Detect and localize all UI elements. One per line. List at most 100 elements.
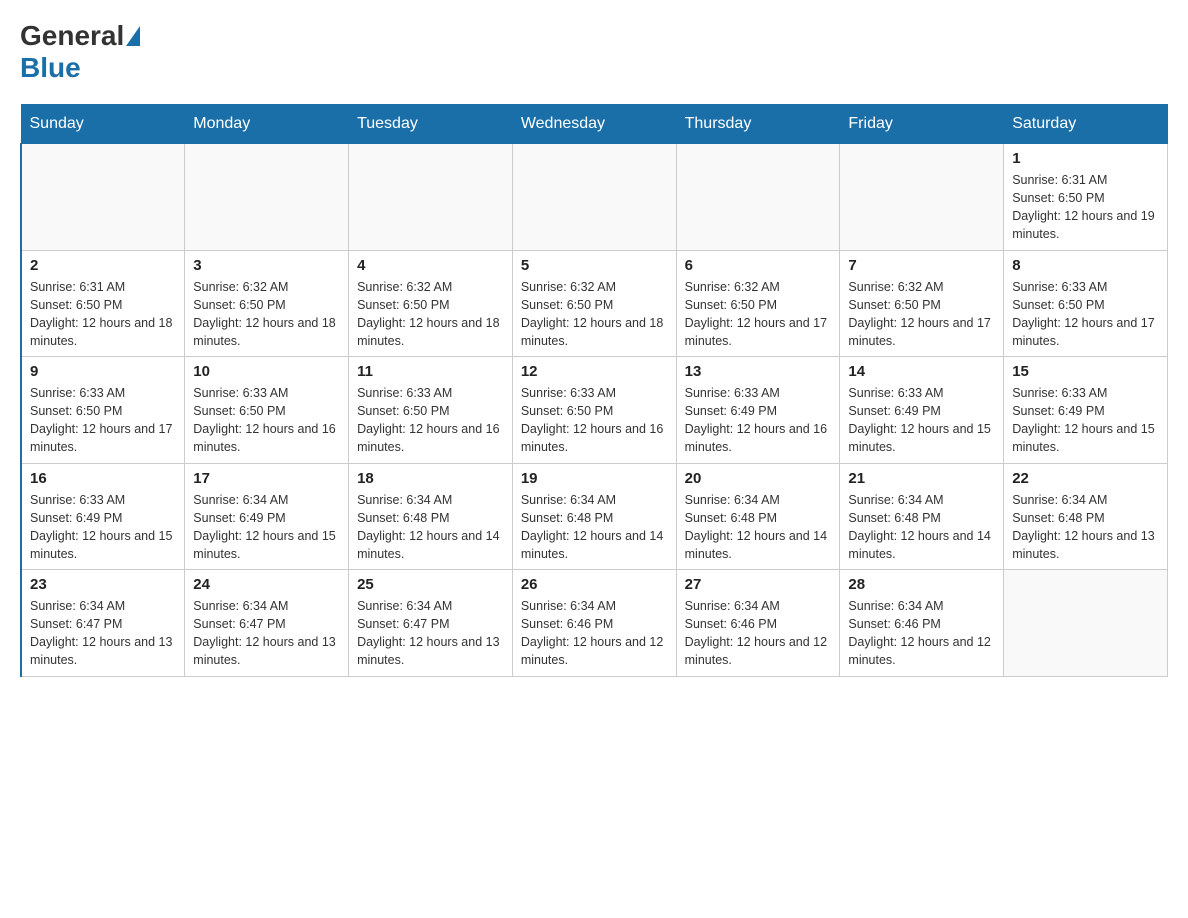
day-info: Sunrise: 6:34 AMSunset: 6:46 PMDaylight:… — [521, 597, 668, 670]
table-row: 5 Sunrise: 6:32 AMSunset: 6:50 PMDaylight… — [512, 250, 676, 357]
table-row: 25 Sunrise: 6:34 AMSunset: 6:47 PMDayligh… — [349, 570, 513, 677]
day-info: Sunrise: 6:33 AMSunset: 6:50 PMDaylight:… — [30, 384, 176, 457]
day-info: Sunrise: 6:33 AMSunset: 6:49 PMDaylight:… — [848, 384, 995, 457]
table-row — [512, 144, 676, 251]
day-info: Sunrise: 6:33 AMSunset: 6:50 PMDaylight:… — [193, 384, 340, 457]
day-number: 21 — [848, 470, 995, 487]
table-row — [676, 144, 840, 251]
table-row: 20 Sunrise: 6:34 AMSunset: 6:48 PMDayligh… — [676, 463, 840, 570]
day-number: 26 — [521, 576, 668, 593]
col-tuesday: Tuesday — [349, 105, 513, 144]
table-row: 11 Sunrise: 6:33 AMSunset: 6:50 PMDayligh… — [349, 357, 513, 464]
day-number: 15 — [1012, 363, 1159, 380]
day-number: 20 — [685, 470, 832, 487]
day-number: 7 — [848, 257, 995, 274]
col-saturday: Saturday — [1004, 105, 1168, 144]
day-number: 4 — [357, 257, 504, 274]
col-thursday: Thursday — [676, 105, 840, 144]
col-monday: Monday — [185, 105, 349, 144]
table-row: 2 Sunrise: 6:31 AMSunset: 6:50 PMDaylight… — [21, 250, 185, 357]
day-info: Sunrise: 6:34 AMSunset: 6:48 PMDaylight:… — [685, 491, 832, 564]
day-info: Sunrise: 6:32 AMSunset: 6:50 PMDaylight:… — [685, 278, 832, 351]
day-number: 25 — [357, 576, 504, 593]
day-info: Sunrise: 6:34 AMSunset: 6:46 PMDaylight:… — [848, 597, 995, 670]
day-number: 2 — [30, 257, 176, 274]
day-info: Sunrise: 6:32 AMSunset: 6:50 PMDaylight:… — [521, 278, 668, 351]
calendar-week-row: 1 Sunrise: 6:31 AMSunset: 6:50 PMDaylight… — [21, 144, 1168, 251]
table-row: 22 Sunrise: 6:34 AMSunset: 6:48 PMDayligh… — [1004, 463, 1168, 570]
calendar-week-row: 9 Sunrise: 6:33 AMSunset: 6:50 PMDaylight… — [21, 357, 1168, 464]
day-info: Sunrise: 6:34 AMSunset: 6:48 PMDaylight:… — [848, 491, 995, 564]
day-number: 3 — [193, 257, 340, 274]
day-info: Sunrise: 6:34 AMSunset: 6:47 PMDaylight:… — [357, 597, 504, 670]
table-row: 17Sunrise: 6:34 AMSunset: 6:49 PMDayligh… — [185, 463, 349, 570]
day-info: Sunrise: 6:34 AMSunset: 6:46 PMDaylight:… — [685, 597, 832, 670]
day-info: Sunrise: 6:33 AMSunset: 6:50 PMDaylight:… — [357, 384, 504, 457]
table-row: 12Sunrise: 6:33 AMSunset: 6:50 PMDayligh… — [512, 357, 676, 464]
day-info: Sunrise: 6:32 AMSunset: 6:50 PMDaylight:… — [848, 278, 995, 351]
calendar-week-row: 16 Sunrise: 6:33 AMSunset: 6:49 PMDayligh… — [21, 463, 1168, 570]
table-row — [349, 144, 513, 251]
day-info: Sunrise: 6:34 AMSunset: 6:49 PMDaylight:… — [193, 491, 340, 564]
table-row: 1 Sunrise: 6:31 AMSunset: 6:50 PMDaylight… — [1004, 144, 1168, 251]
day-number: 16 — [30, 470, 176, 487]
day-info: Sunrise: 6:31 AMSunset: 6:50 PMDaylight:… — [1012, 171, 1159, 244]
day-number: 24 — [193, 576, 340, 593]
page-header: General Blue — [20, 20, 1168, 84]
day-number: 27 — [685, 576, 832, 593]
day-number: 22 — [1012, 470, 1159, 487]
day-number: 13 — [685, 363, 832, 380]
day-number: 23 — [30, 576, 176, 593]
table-row: 23 Sunrise: 6:34 AMSunset: 6:47 PMDayligh… — [21, 570, 185, 677]
table-row: 27 Sunrise: 6:34 AMSunset: 6:46 PMDayligh… — [676, 570, 840, 677]
table-row: 10 Sunrise: 6:33 AMSunset: 6:50 PMDayligh… — [185, 357, 349, 464]
table-row: 13 Sunrise: 6:33 AMSunset: 6:49 PMDayligh… — [676, 357, 840, 464]
day-number: 5 — [521, 257, 668, 274]
table-row: 15 Sunrise: 6:33 AMSunset: 6:49 PMDayligh… — [1004, 357, 1168, 464]
table-row — [185, 144, 349, 251]
day-info: Sunrise: 6:34 AMSunset: 6:48 PMDaylight:… — [521, 491, 668, 564]
day-info: Sunrise: 6:34 AMSunset: 6:48 PMDaylight:… — [1012, 491, 1159, 564]
calendar-header-row: Sunday Monday Tuesday Wednesday Thursday… — [21, 105, 1168, 144]
table-row: 28 Sunrise: 6:34 AMSunset: 6:46 PMDayligh… — [840, 570, 1004, 677]
col-wednesday: Wednesday — [512, 105, 676, 144]
day-number: 28 — [848, 576, 995, 593]
calendar-week-row: 2 Sunrise: 6:31 AMSunset: 6:50 PMDaylight… — [21, 250, 1168, 357]
table-row — [21, 144, 185, 251]
day-info: Sunrise: 6:34 AMSunset: 6:47 PMDaylight:… — [193, 597, 340, 670]
table-row: 8 Sunrise: 6:33 AMSunset: 6:50 PMDaylight… — [1004, 250, 1168, 357]
day-info: Sunrise: 6:33 AMSunset: 6:49 PMDaylight:… — [1012, 384, 1159, 457]
col-friday: Friday — [840, 105, 1004, 144]
table-row: 6 Sunrise: 6:32 AMSunset: 6:50 PMDaylight… — [676, 250, 840, 357]
day-info: Sunrise: 6:33 AMSunset: 6:49 PMDaylight:… — [30, 491, 176, 564]
table-row: 19 Sunrise: 6:34 AMSunset: 6:48 PMDayligh… — [512, 463, 676, 570]
day-number: 10 — [193, 363, 340, 380]
day-number: 11 — [357, 363, 504, 380]
day-number: 19 — [521, 470, 668, 487]
table-row: 18Sunrise: 6:34 AMSunset: 6:48 PMDayligh… — [349, 463, 513, 570]
table-row: 9 Sunrise: 6:33 AMSunset: 6:50 PMDaylight… — [21, 357, 185, 464]
table-row: 24 Sunrise: 6:34 AMSunset: 6:47 PMDayligh… — [185, 570, 349, 677]
day-number: 1 — [1012, 150, 1159, 167]
day-info: Sunrise: 6:32 AMSunset: 6:50 PMDaylight:… — [193, 278, 340, 351]
day-info: Sunrise: 6:31 AMSunset: 6:50 PMDaylight:… — [30, 278, 176, 351]
table-row: 16 Sunrise: 6:33 AMSunset: 6:49 PMDayligh… — [21, 463, 185, 570]
day-number: 9 — [30, 363, 176, 380]
day-number: 14 — [848, 363, 995, 380]
table-row: 7 Sunrise: 6:32 AMSunset: 6:50 PMDaylight… — [840, 250, 1004, 357]
day-info: Sunrise: 6:34 AMSunset: 6:48 PMDaylight:… — [357, 491, 504, 564]
day-number: 6 — [685, 257, 832, 274]
table-row — [840, 144, 1004, 251]
table-row: 3 Sunrise: 6:32 AMSunset: 6:50 PMDaylight… — [185, 250, 349, 357]
table-row: 26 Sunrise: 6:34 AMSunset: 6:46 PMDayligh… — [512, 570, 676, 677]
day-info: Sunrise: 6:33 AMSunset: 6:49 PMDaylight:… — [685, 384, 832, 457]
logo-triangle-icon — [126, 26, 140, 46]
calendar-table: Sunday Monday Tuesday Wednesday Thursday… — [20, 104, 1168, 677]
table-row: 4Sunrise: 6:32 AMSunset: 6:50 PMDaylight… — [349, 250, 513, 357]
day-number: 8 — [1012, 257, 1159, 274]
table-row: 14 Sunrise: 6:33 AMSunset: 6:49 PMDayligh… — [840, 357, 1004, 464]
table-row — [1004, 570, 1168, 677]
day-info: Sunrise: 6:33 AMSunset: 6:50 PMDaylight:… — [521, 384, 668, 457]
day-info: Sunrise: 6:34 AMSunset: 6:47 PMDaylight:… — [30, 597, 176, 670]
day-info: Sunrise: 6:33 AMSunset: 6:50 PMDaylight:… — [1012, 278, 1159, 351]
